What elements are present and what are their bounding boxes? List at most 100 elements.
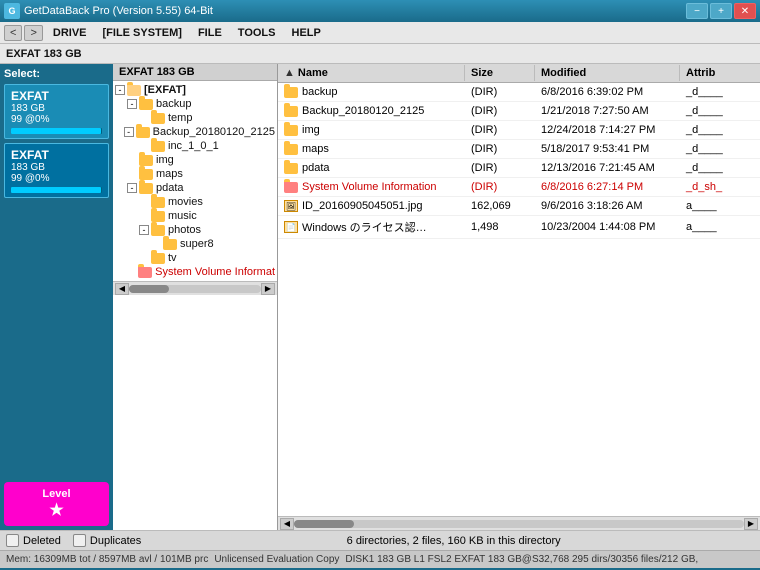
file-modified-6: 9/6/2016 3:18:26 AM: [535, 198, 680, 214]
tree-item-maps[interactable]: maps: [115, 167, 275, 181]
drive-percent-1: 99 @0%: [11, 173, 102, 184]
tree-expander-exfat[interactable]: [115, 85, 125, 95]
file-size-7: 1,498: [465, 217, 535, 237]
duplicates-checkbox[interactable]: [73, 534, 86, 547]
file-size-6: 162,069: [465, 198, 535, 214]
tree-label-backup2018: Backup_20180120_2125: [153, 126, 275, 138]
level-badge: Level ★: [4, 482, 109, 526]
file-row-4[interactable]: pdata (DIR) 12/13/2016 7:21:45 AM _d____: [278, 159, 760, 178]
tree-label-exfat: [EXFAT]: [144, 84, 186, 96]
tree-item-sysvolinfo[interactable]: System Volume Informat: [115, 265, 275, 279]
tree-panel[interactable]: EXFAT 183 GB [EXFAT] backup tem: [113, 64, 278, 530]
file-folder-icon-4: [284, 163, 298, 174]
deleted-checkbox[interactable]: [6, 534, 19, 547]
tree-item-tv[interactable]: tv: [115, 251, 275, 265]
menu-help[interactable]: HELP: [284, 25, 329, 41]
tree-expander-movies: [139, 197, 149, 207]
folder-icon-maps: [139, 169, 153, 180]
scroll-track[interactable]: [129, 285, 261, 293]
folder-icon-tv: [151, 253, 165, 264]
tree-item-pdata[interactable]: pdata: [115, 181, 275, 195]
tree-item-temp[interactable]: temp: [115, 111, 275, 125]
status-mem: Mem: 16309MB tot / 8597MB avl / 101MB pr…: [6, 554, 208, 565]
tree-item-super8[interactable]: super8: [115, 237, 275, 251]
tree-item-photos[interactable]: photos: [115, 223, 275, 237]
col-header-name[interactable]: ▲ Name: [278, 65, 465, 81]
file-row-1[interactable]: Backup_20180120_2125 (DIR) 1/21/2018 7:2…: [278, 102, 760, 121]
nav-forward-button[interactable]: >: [24, 25, 42, 41]
folder-icon-movies: [151, 197, 165, 208]
menu-drive[interactable]: DRIVE: [45, 25, 95, 41]
drive-item-0[interactable]: EXFAT 183 GB 99 @0%: [4, 84, 109, 139]
tree-item-movies[interactable]: movies: [115, 195, 275, 209]
minimize-button[interactable]: −: [686, 3, 708, 19]
tree-horizontal-scrollbar[interactable]: ◀ ▶: [113, 281, 277, 295]
status-license: Unlicensed Evaluation Copy: [214, 554, 339, 565]
file-scroll-track[interactable]: [294, 520, 744, 528]
folder-icon-exfat: [127, 85, 141, 96]
file-size-5: (DIR): [465, 179, 535, 195]
tree-item-inc[interactable]: inc_1_0_1: [115, 139, 275, 153]
maximize-button[interactable]: +: [710, 3, 732, 19]
tree-label-inc: inc_1_0_1: [168, 140, 219, 152]
col-header-modified[interactable]: Modified: [535, 65, 680, 81]
window-controls: − + ✕: [686, 3, 756, 19]
tree-label-super8: super8: [180, 238, 214, 250]
file-scroll-left-btn[interactable]: ◀: [280, 518, 294, 530]
nav-back-button[interactable]: <: [4, 25, 22, 41]
tree-item-backup2018[interactable]: Backup_20180120_2125: [115, 125, 275, 139]
tree-label-img: img: [156, 154, 174, 166]
duplicates-indicator: Duplicates: [73, 534, 141, 547]
menu-file[interactable]: FILE: [190, 25, 230, 41]
tree-item-img[interactable]: img: [115, 153, 275, 167]
tree-label-photos: photos: [168, 224, 201, 236]
col-header-attrib[interactable]: Attrib: [680, 65, 760, 81]
file-size-2: (DIR): [465, 122, 535, 138]
folder-icon-music: [151, 211, 165, 222]
close-button[interactable]: ✕: [734, 3, 756, 19]
scroll-left-btn[interactable]: ◀: [115, 283, 129, 295]
file-name-7: 📄 Windows のライセス認…: [278, 217, 465, 237]
scroll-thumb[interactable]: [129, 285, 169, 293]
tree-label-sysvolinfo: System Volume Informat: [155, 266, 275, 278]
col-header-size[interactable]: Size: [465, 65, 535, 81]
file-name-5: System Volume Information: [278, 179, 465, 195]
title-text: GetDataBack Pro (Version 5.55) 64-Bit: [24, 5, 686, 17]
file-row-7[interactable]: 📄 Windows のライセス認… 1,498 10/23/2004 1:44:…: [278, 216, 760, 239]
file-scroll-right-btn[interactable]: ▶: [744, 518, 758, 530]
file-modified-5: 6/8/2016 6:27:14 PM: [535, 179, 680, 195]
file-row-6[interactable]: 🖼 ID_20160905045051.jpg 162,069 9/6/2016…: [278, 197, 760, 216]
file-name-3: maps: [278, 141, 465, 157]
folder-icon-sysvolinfo: [138, 267, 152, 278]
file-folder-icon-5: [284, 182, 298, 193]
folder-icon-temp: [151, 113, 165, 124]
file-horizontal-scrollbar[interactable]: ◀ ▶: [278, 516, 760, 530]
tree-expander-tv: [139, 253, 149, 263]
tree-expander-photos[interactable]: [139, 225, 149, 235]
tree-expander-temp: [139, 113, 149, 123]
tree-item-backup[interactable]: backup: [115, 97, 275, 111]
file-list[interactable]: backup (DIR) 6/8/2016 6:39:02 PM _d____ …: [278, 83, 760, 516]
file-modified-7: 10/23/2004 1:44:08 PM: [535, 217, 680, 237]
drive-item-1[interactable]: EXFAT 183 GB 99 @0%: [4, 143, 109, 198]
scroll-right-btn[interactable]: ▶: [261, 283, 275, 295]
duplicates-label: Duplicates: [90, 535, 141, 547]
file-attrib-4: _d____: [680, 160, 760, 176]
tree-label-maps: maps: [156, 168, 183, 180]
file-row-0[interactable]: backup (DIR) 6/8/2016 6:39:02 PM _d____: [278, 83, 760, 102]
file-row-2[interactable]: img (DIR) 12/24/2018 7:14:27 PM _d____: [278, 121, 760, 140]
left-panel: Select: EXFAT 183 GB 99 @0% EXFAT 183 GB…: [0, 64, 113, 530]
tree-item-exfat[interactable]: [EXFAT]: [115, 83, 275, 97]
file-row-3[interactable]: maps (DIR) 5/18/2017 9:53:41 PM _d____: [278, 140, 760, 159]
tree-expander-backup2018[interactable]: [124, 127, 134, 137]
menu-tools[interactable]: TOOLS: [230, 25, 284, 41]
file-row-5[interactable]: System Volume Information (DIR) 6/8/2016…: [278, 178, 760, 197]
folder-icon-inc: [151, 141, 165, 152]
tree-expander-pdata[interactable]: [127, 183, 137, 193]
tree-expander-backup[interactable]: [127, 99, 137, 109]
menu-filesystem[interactable]: [FILE SYSTEM]: [95, 25, 190, 41]
file-folder-icon-1: [284, 106, 298, 117]
file-scroll-thumb[interactable]: [294, 520, 354, 528]
tree-item-music[interactable]: music: [115, 209, 275, 223]
level-star: ★: [10, 500, 103, 520]
